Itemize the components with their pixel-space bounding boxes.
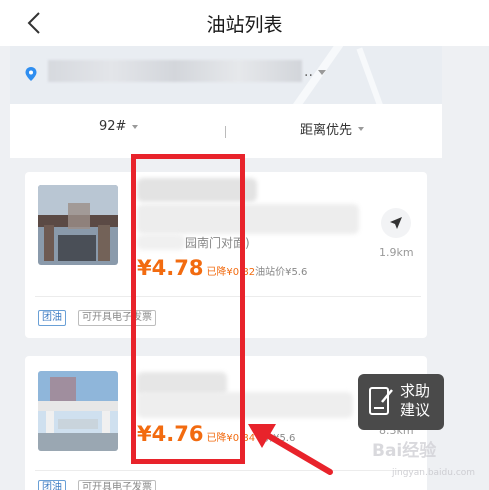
station-name-blurred [137, 204, 359, 234]
caret-down-icon [358, 126, 365, 131]
discount-price: ¥4.78 [137, 256, 204, 280]
watermark-sub: jingyan.baidu.com [392, 468, 476, 478]
distance-label: 1.9km [379, 246, 414, 259]
reduced-amount: 已降¥0.82 [206, 267, 256, 278]
tag-tuanyou: 团油 [38, 480, 66, 490]
station-address: 园南门对面) [185, 236, 250, 250]
help-suggestion-label: 求助建议 [400, 382, 431, 419]
station-name-blurred [137, 178, 257, 202]
fuel-type-label: 92# [99, 119, 127, 134]
station-photo [38, 185, 118, 265]
address-blurred [137, 234, 185, 250]
discount-price: ¥4.76 [137, 422, 204, 446]
tag-invoice: 可开具电子发票 [78, 310, 156, 326]
caret-down-icon [132, 124, 139, 129]
divider [35, 296, 421, 297]
navigation-arrow-icon [390, 217, 402, 229]
navigation-button[interactable] [381, 208, 411, 238]
price-row: ¥4.76 已降¥0.84 价¥5.6 [137, 422, 295, 446]
fuel-type-filter[interactable]: 92# [99, 119, 139, 134]
station-photo-image [38, 185, 118, 265]
station-photo [38, 371, 118, 451]
edit-note-icon [369, 387, 393, 415]
reduced-amount: 已降¥0.84 [206, 433, 256, 444]
tag-invoice: 可开具电子发票 [78, 480, 156, 490]
price-row: ¥4.78 已降¥0.82 油站价¥5.6 [137, 256, 307, 280]
map-road [356, 47, 390, 104]
divider [35, 470, 421, 471]
filter-bar [10, 104, 442, 158]
station-photo-image [38, 371, 118, 451]
filter-separator [225, 126, 226, 138]
location-pin-icon [25, 67, 37, 81]
watermark: Bai经验 [372, 441, 437, 461]
help-suggestion-button[interactable]: 求助建议 [358, 374, 444, 430]
station-card[interactable]: 园南门对面) ¥4.78 已降¥0.82 油站价¥5.6 1.9km 团油 可开… [25, 172, 427, 338]
sort-filter[interactable]: 距离优先 [300, 119, 365, 138]
header: 油站列表 [0, 0, 489, 46]
station-price: 油站价¥5.6 [255, 267, 308, 278]
address-ellipsis: .. [304, 64, 313, 80]
station-price: 价¥5.6 [263, 433, 296, 444]
page-title: 油站列表 [206, 14, 283, 36]
tag-tuanyou: 团油 [38, 310, 66, 326]
caret-down-icon[interactable] [318, 70, 326, 75]
address-text-blurred[interactable] [48, 60, 302, 82]
sort-label: 距离优先 [300, 123, 353, 138]
station-name-blurred [137, 392, 353, 418]
